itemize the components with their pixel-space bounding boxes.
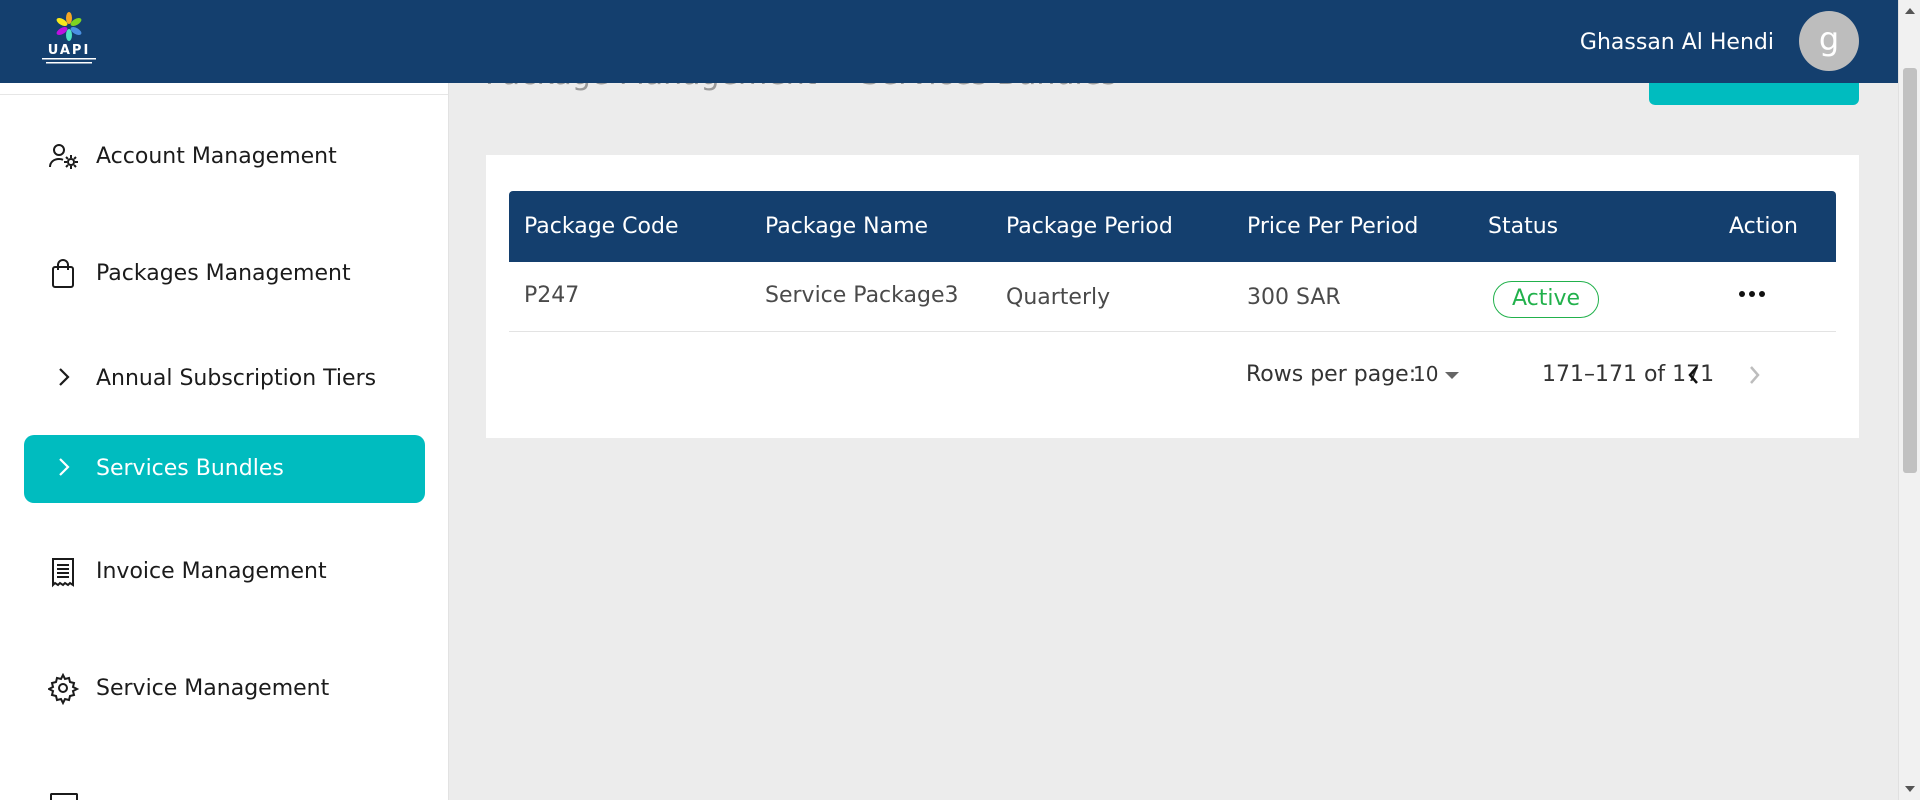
caret-down-icon <box>1445 372 1459 379</box>
status-badge: Active <box>1493 281 1600 318</box>
rows-per-page-value: 10 <box>1413 362 1439 386</box>
sidebar-next-item-icon <box>50 793 78 800</box>
shopping-bag-icon <box>48 258 80 290</box>
sidebar-item-label: Annual Subscription Tiers <box>96 366 377 391</box>
app-header: UAPI Ghassan Al Hendi g <box>0 0 1898 83</box>
sidebar-item-label: Service Management <box>96 676 330 701</box>
cell-package-code: P247 <box>524 283 580 308</box>
cell-price-per-period: 300 SAR <box>1247 285 1341 310</box>
vertical-scrollbar[interactable] <box>1898 0 1920 800</box>
sidebar-item-label: Account Management <box>96 144 337 169</box>
column-header-package-code[interactable]: Package Code <box>524 213 679 241</box>
column-header-status[interactable]: Status <box>1488 213 1558 241</box>
sidebar-item-services-bundles[interactable]: Services Bundles <box>24 435 425 503</box>
sidebar-item-account-management[interactable]: Account Management <box>24 123 425 191</box>
sidebar-item-label: Invoice Management <box>96 559 327 584</box>
main-content: Package Management > Services Bundles Pa… <box>449 57 1898 800</box>
pagination: Rows per page: 10 171–171 of 171 <box>509 332 1836 420</box>
scroll-down-arrow-icon[interactable] <box>1905 786 1915 792</box>
previous-page-button[interactable] <box>1681 362 1707 388</box>
sidebar-item-label: Packages Management <box>96 261 351 286</box>
table-row[interactable]: P247 Service Package3 Quarterly 300 SAR … <box>509 262 1836 332</box>
cell-package-name: Service Package3 <box>765 283 959 308</box>
sidebar: Account Management Packages Management A… <box>0 83 449 800</box>
sidebar-item-service-management[interactable]: Service Management <box>24 655 425 723</box>
receipt-icon <box>48 556 80 588</box>
column-header-price-per-period[interactable]: Price Per Period <box>1247 213 1418 241</box>
user-gear-icon <box>48 141 80 173</box>
chevron-right-icon <box>48 363 80 395</box>
rows-per-page-label: Rows per page: <box>1246 362 1417 387</box>
gear-icon <box>46 672 80 706</box>
sidebar-item-packages-management[interactable]: Packages Management <box>24 240 425 308</box>
cell-package-period: Quarterly <box>1006 285 1111 310</box>
sidebar-item-label: Services Bundles <box>96 456 284 481</box>
rows-per-page-select[interactable]: 10 <box>1413 362 1467 386</box>
column-header-package-name[interactable]: Package Name <box>765 213 928 241</box>
scroll-up-arrow-icon[interactable] <box>1905 8 1915 14</box>
sidebar-item-annual-subscription-tiers[interactable]: Annual Subscription Tiers <box>24 345 425 413</box>
more-actions-icon[interactable] <box>1737 284 1767 304</box>
scrollbar-thumb[interactable] <box>1903 68 1917 473</box>
next-page-button[interactable] <box>1741 362 1767 388</box>
column-header-package-period[interactable]: Package Period <box>1006 213 1173 241</box>
chevron-right-icon <box>48 453 80 485</box>
user-name[interactable]: Ghassan Al Hendi <box>1580 29 1774 57</box>
uapi-logo[interactable]: UAPI <box>36 12 102 70</box>
sidebar-divider <box>0 94 448 95</box>
column-header-action: Action <box>1729 214 1798 239</box>
avatar[interactable]: g <box>1799 11 1859 71</box>
packages-table-card: Package Code Package Name Package Period… <box>486 155 1859 438</box>
sidebar-item-invoice-management[interactable]: Invoice Management <box>24 538 425 606</box>
svg-text:UAPI: UAPI <box>48 43 91 58</box>
table-header: Package Code Package Name Package Period… <box>509 191 1836 262</box>
